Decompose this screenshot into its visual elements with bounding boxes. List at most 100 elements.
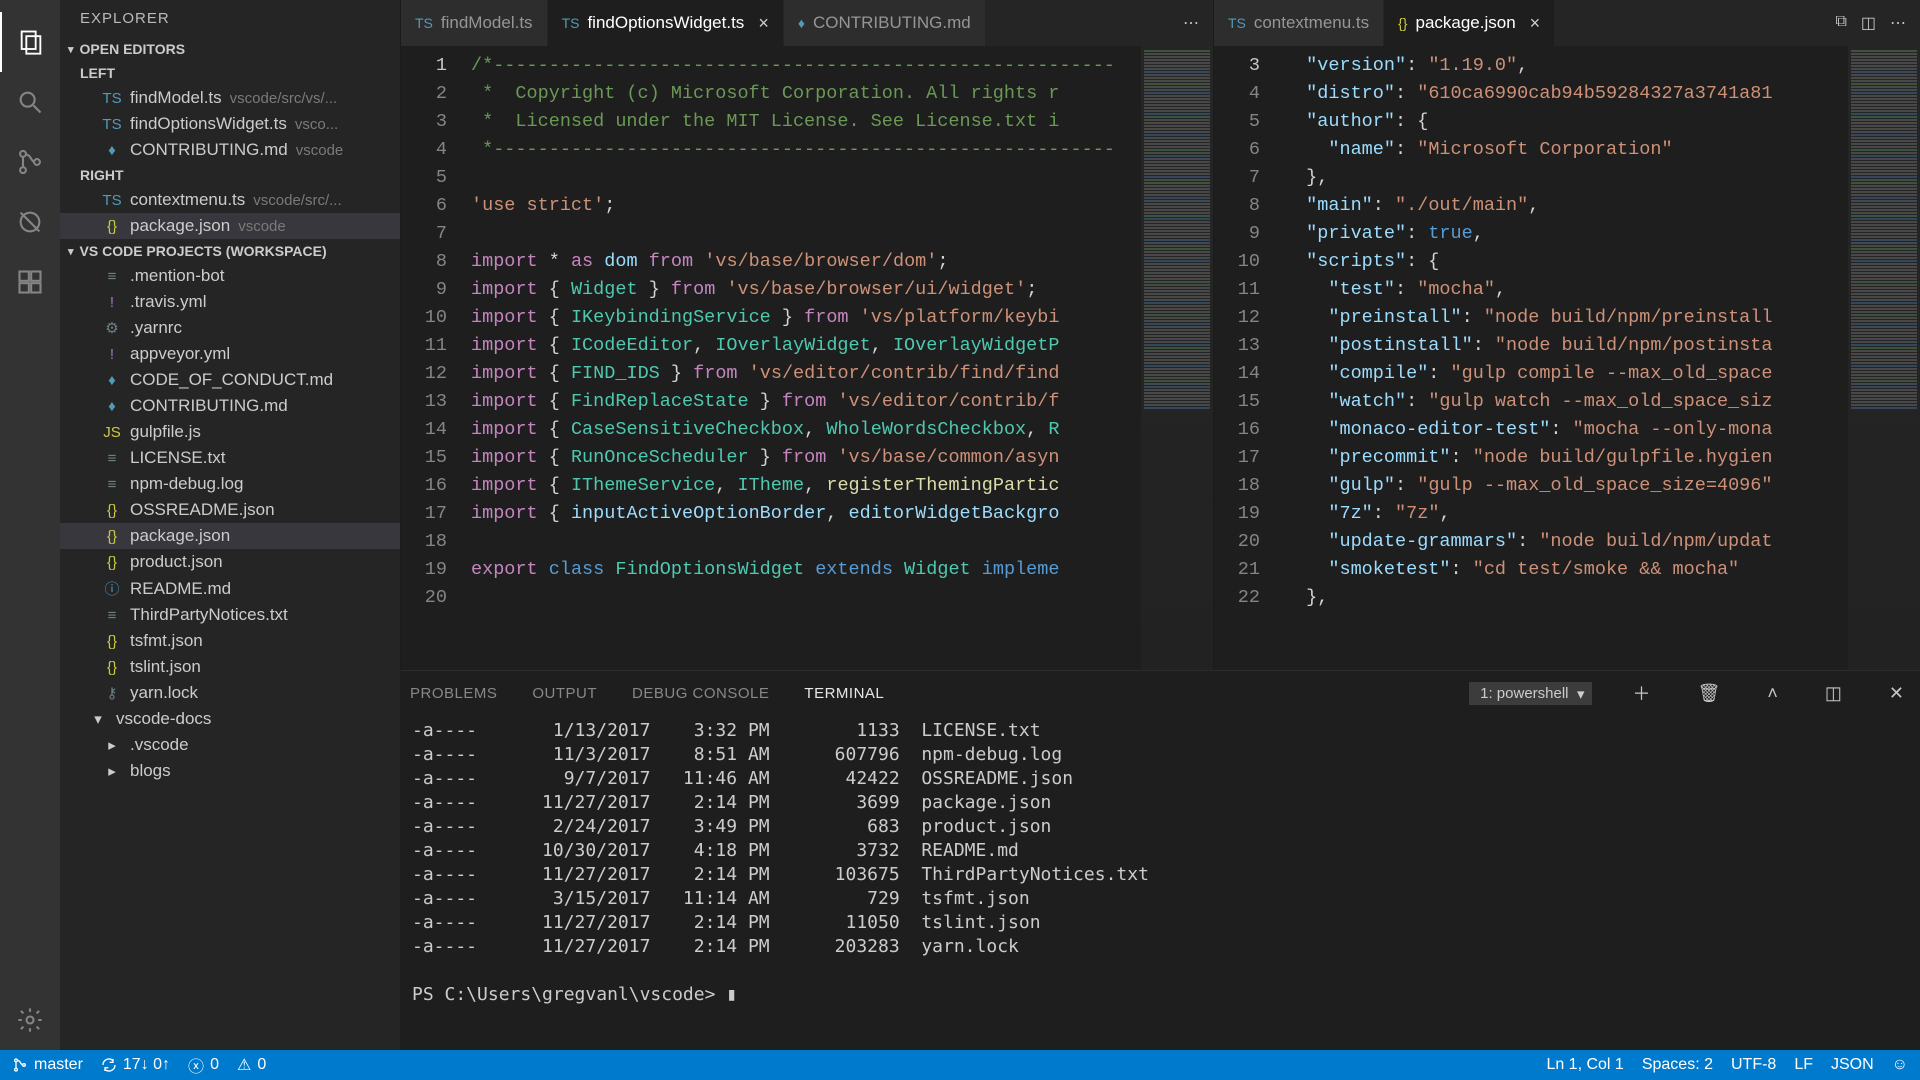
- editor-tab[interactable]: TSfindOptionsWidget.ts×: [548, 0, 784, 46]
- editor-tab[interactable]: TScontextmenu.ts: [1214, 0, 1384, 46]
- folder-row[interactable]: ▸ blogs: [60, 758, 400, 784]
- activity-scm-icon[interactable]: [0, 132, 60, 192]
- activity-debug-icon[interactable]: [0, 192, 60, 252]
- file-row[interactable]: {}OSSREADME.json: [60, 497, 400, 523]
- file-icon: TS: [415, 15, 433, 31]
- status-bar: master 17↓ 0↑ ⓧ0 ⚠0 Ln 1, Col 1 Spaces: …: [0, 1050, 1920, 1080]
- activity-explorer-icon[interactable]: [0, 12, 60, 72]
- chevron-right-icon: ▸: [102, 736, 122, 754]
- file-row[interactable]: ⓘ README.md: [60, 575, 400, 602]
- workspace-header[interactable]: ▾ VS CODE PROJECTS (WORKSPACE): [60, 239, 400, 263]
- panel-tab[interactable]: DEBUG CONSOLE: [632, 685, 769, 702]
- panel-tab[interactable]: PROBLEMS: [410, 685, 497, 702]
- panel-layout-icon[interactable]: ◫: [1819, 683, 1848, 704]
- code-editor-left[interactable]: 1234567891011121314151617181920 /*------…: [401, 46, 1213, 670]
- terminal-output[interactable]: -a---- 1/13/2017 3:32 PM 1133 LICENSE.tx…: [400, 715, 1920, 1050]
- tab-label: findModel.ts: [441, 13, 533, 33]
- activity-bar: [0, 0, 60, 1050]
- compare-icon[interactable]: ⧉: [1835, 13, 1846, 33]
- tab-label: findOptionsWidget.ts: [587, 13, 744, 33]
- status-errors[interactable]: ⓧ0: [188, 1053, 219, 1077]
- file-name: README.md: [130, 579, 231, 599]
- file-row[interactable]: ≡.mention-bot: [60, 263, 400, 289]
- file-icon: TS: [1228, 15, 1246, 31]
- file-row[interactable]: ≡LICENSE.txt: [60, 445, 400, 471]
- status-feedback-icon[interactable]: ☺: [1892, 1056, 1908, 1074]
- file-icon: TS: [102, 192, 122, 209]
- file-icon: TS: [102, 90, 122, 107]
- close-tab-icon[interactable]: ×: [1530, 13, 1541, 34]
- file-name: .mention-bot: [130, 266, 225, 286]
- tab-overflow-icon[interactable]: ⋯: [1183, 13, 1199, 33]
- status-spaces[interactable]: Spaces: 2: [1642, 1056, 1713, 1074]
- file-row[interactable]: ♦CONTRIBUTING.md: [60, 393, 400, 419]
- terminal-selector[interactable]: 1: powershell ▾: [1469, 682, 1591, 705]
- activity-settings-icon[interactable]: [0, 990, 60, 1050]
- folder-name: blogs: [130, 761, 171, 781]
- file-row[interactable]: TSfindOptionsWidget.tsvsco...: [60, 111, 400, 137]
- more-actions-icon[interactable]: ⋯: [1890, 13, 1906, 33]
- file-row[interactable]: {}product.json: [60, 549, 400, 575]
- file-name: findModel.ts: [130, 88, 222, 108]
- code-editor-right[interactable]: 345678910111213141516171819202122 "versi…: [1214, 46, 1920, 670]
- file-row[interactable]: ⚷yarn.lock: [60, 680, 400, 706]
- file-row[interactable]: !appveyor.yml: [60, 341, 400, 367]
- editor-tab[interactable]: {}package.json×: [1384, 0, 1555, 46]
- file-icon: {}: [102, 218, 122, 235]
- folder-row[interactable]: ▾vscode-docs: [60, 706, 400, 732]
- file-row[interactable]: ≡npm-debug.log: [60, 471, 400, 497]
- file-row[interactable]: JSgulpfile.js: [60, 419, 400, 445]
- status-sync[interactable]: 17↓ 0↑: [101, 1056, 170, 1074]
- panel-tab[interactable]: OUTPUT: [532, 685, 597, 702]
- status-eol[interactable]: LF: [1794, 1056, 1813, 1074]
- file-row[interactable]: TScontextmenu.tsvscode/src/...: [60, 187, 400, 213]
- tab-label: CONTRIBUTING.md: [813, 13, 971, 33]
- editor-tab[interactable]: TS findModel.ts: [401, 0, 548, 46]
- minimap[interactable]: [1141, 46, 1213, 670]
- file-row[interactable]: ♦CODE_OF_CONDUCT.md: [60, 367, 400, 393]
- close-tab-icon[interactable]: ×: [758, 13, 769, 34]
- kill-terminal-button[interactable]: 🗑: [1692, 683, 1727, 704]
- explorer-sidebar: EXPLORER ▾ OPEN EDITORS LEFT TS findModel…: [60, 0, 400, 1050]
- panel-close-icon[interactable]: ✕: [1883, 683, 1910, 704]
- file-row[interactable]: ♦CONTRIBUTING.mdvscode: [60, 137, 400, 163]
- activity-search-icon[interactable]: [0, 72, 60, 132]
- status-branch[interactable]: master: [12, 1056, 83, 1074]
- folder-row[interactable]: ▸.vscode: [60, 732, 400, 758]
- file-meta: vscode/src/...: [253, 192, 341, 209]
- status-encoding[interactable]: UTF-8: [1731, 1056, 1776, 1074]
- file-name: tslint.json: [130, 657, 201, 677]
- new-terminal-button[interactable]: ＋: [1627, 680, 1657, 706]
- status-lang[interactable]: JSON: [1831, 1056, 1874, 1074]
- editor-group-left: TS findModel.tsTS findOptionsWidget.ts × ♦CO…: [400, 0, 1213, 670]
- open-editors-header[interactable]: ▾ OPEN EDITORS: [60, 37, 400, 61]
- panel-up-icon[interactable]: ˄: [1761, 683, 1784, 704]
- file-row[interactable]: {}package.json: [60, 523, 400, 549]
- file-row[interactable]: ⚙.yarnrc: [60, 315, 400, 341]
- file-row[interactable]: {}tsfmt.json: [60, 628, 400, 654]
- group-left-label: LEFT: [60, 61, 400, 85]
- minimap[interactable]: [1848, 46, 1920, 670]
- panel-tab[interactable]: TERMINAL: [804, 685, 884, 702]
- editor-tab[interactable]: ♦CONTRIBUTING.md: [784, 0, 986, 46]
- file-icon: ≡: [102, 450, 122, 467]
- split-editor-icon[interactable]: ◫: [1861, 13, 1876, 33]
- file-icon: ⚷: [102, 684, 122, 702]
- chevron-right-icon: ▸: [102, 762, 122, 780]
- status-lncol[interactable]: Ln 1, Col 1: [1546, 1056, 1623, 1074]
- file-row[interactable]: TS findModel.ts vscode/src/vs/...: [60, 85, 400, 111]
- file-row[interactable]: !.travis.yml: [60, 289, 400, 315]
- sidebar-title: EXPLORER: [60, 0, 400, 37]
- status-warnings[interactable]: ⚠0: [237, 1055, 266, 1075]
- file-row[interactable]: ≡ThirdPartyNotices.txt: [60, 602, 400, 628]
- file-icon: ⓘ: [102, 578, 122, 599]
- file-meta: vscode/src/vs/...: [230, 90, 338, 107]
- activity-extensions-icon[interactable]: [0, 252, 60, 312]
- file-row[interactable]: {}tslint.json: [60, 654, 400, 680]
- panel-tabs: PROBLEMS OUTPUT DEBUG CONSOLE TERMINAL 1: p…: [400, 671, 1920, 715]
- file-icon: TS: [102, 116, 122, 133]
- file-icon: {}: [102, 633, 122, 650]
- file-name: CODE_OF_CONDUCT.md: [130, 370, 333, 390]
- file-row[interactable]: {}package.jsonvscode: [60, 213, 400, 239]
- file-icon: ≡: [102, 476, 122, 493]
